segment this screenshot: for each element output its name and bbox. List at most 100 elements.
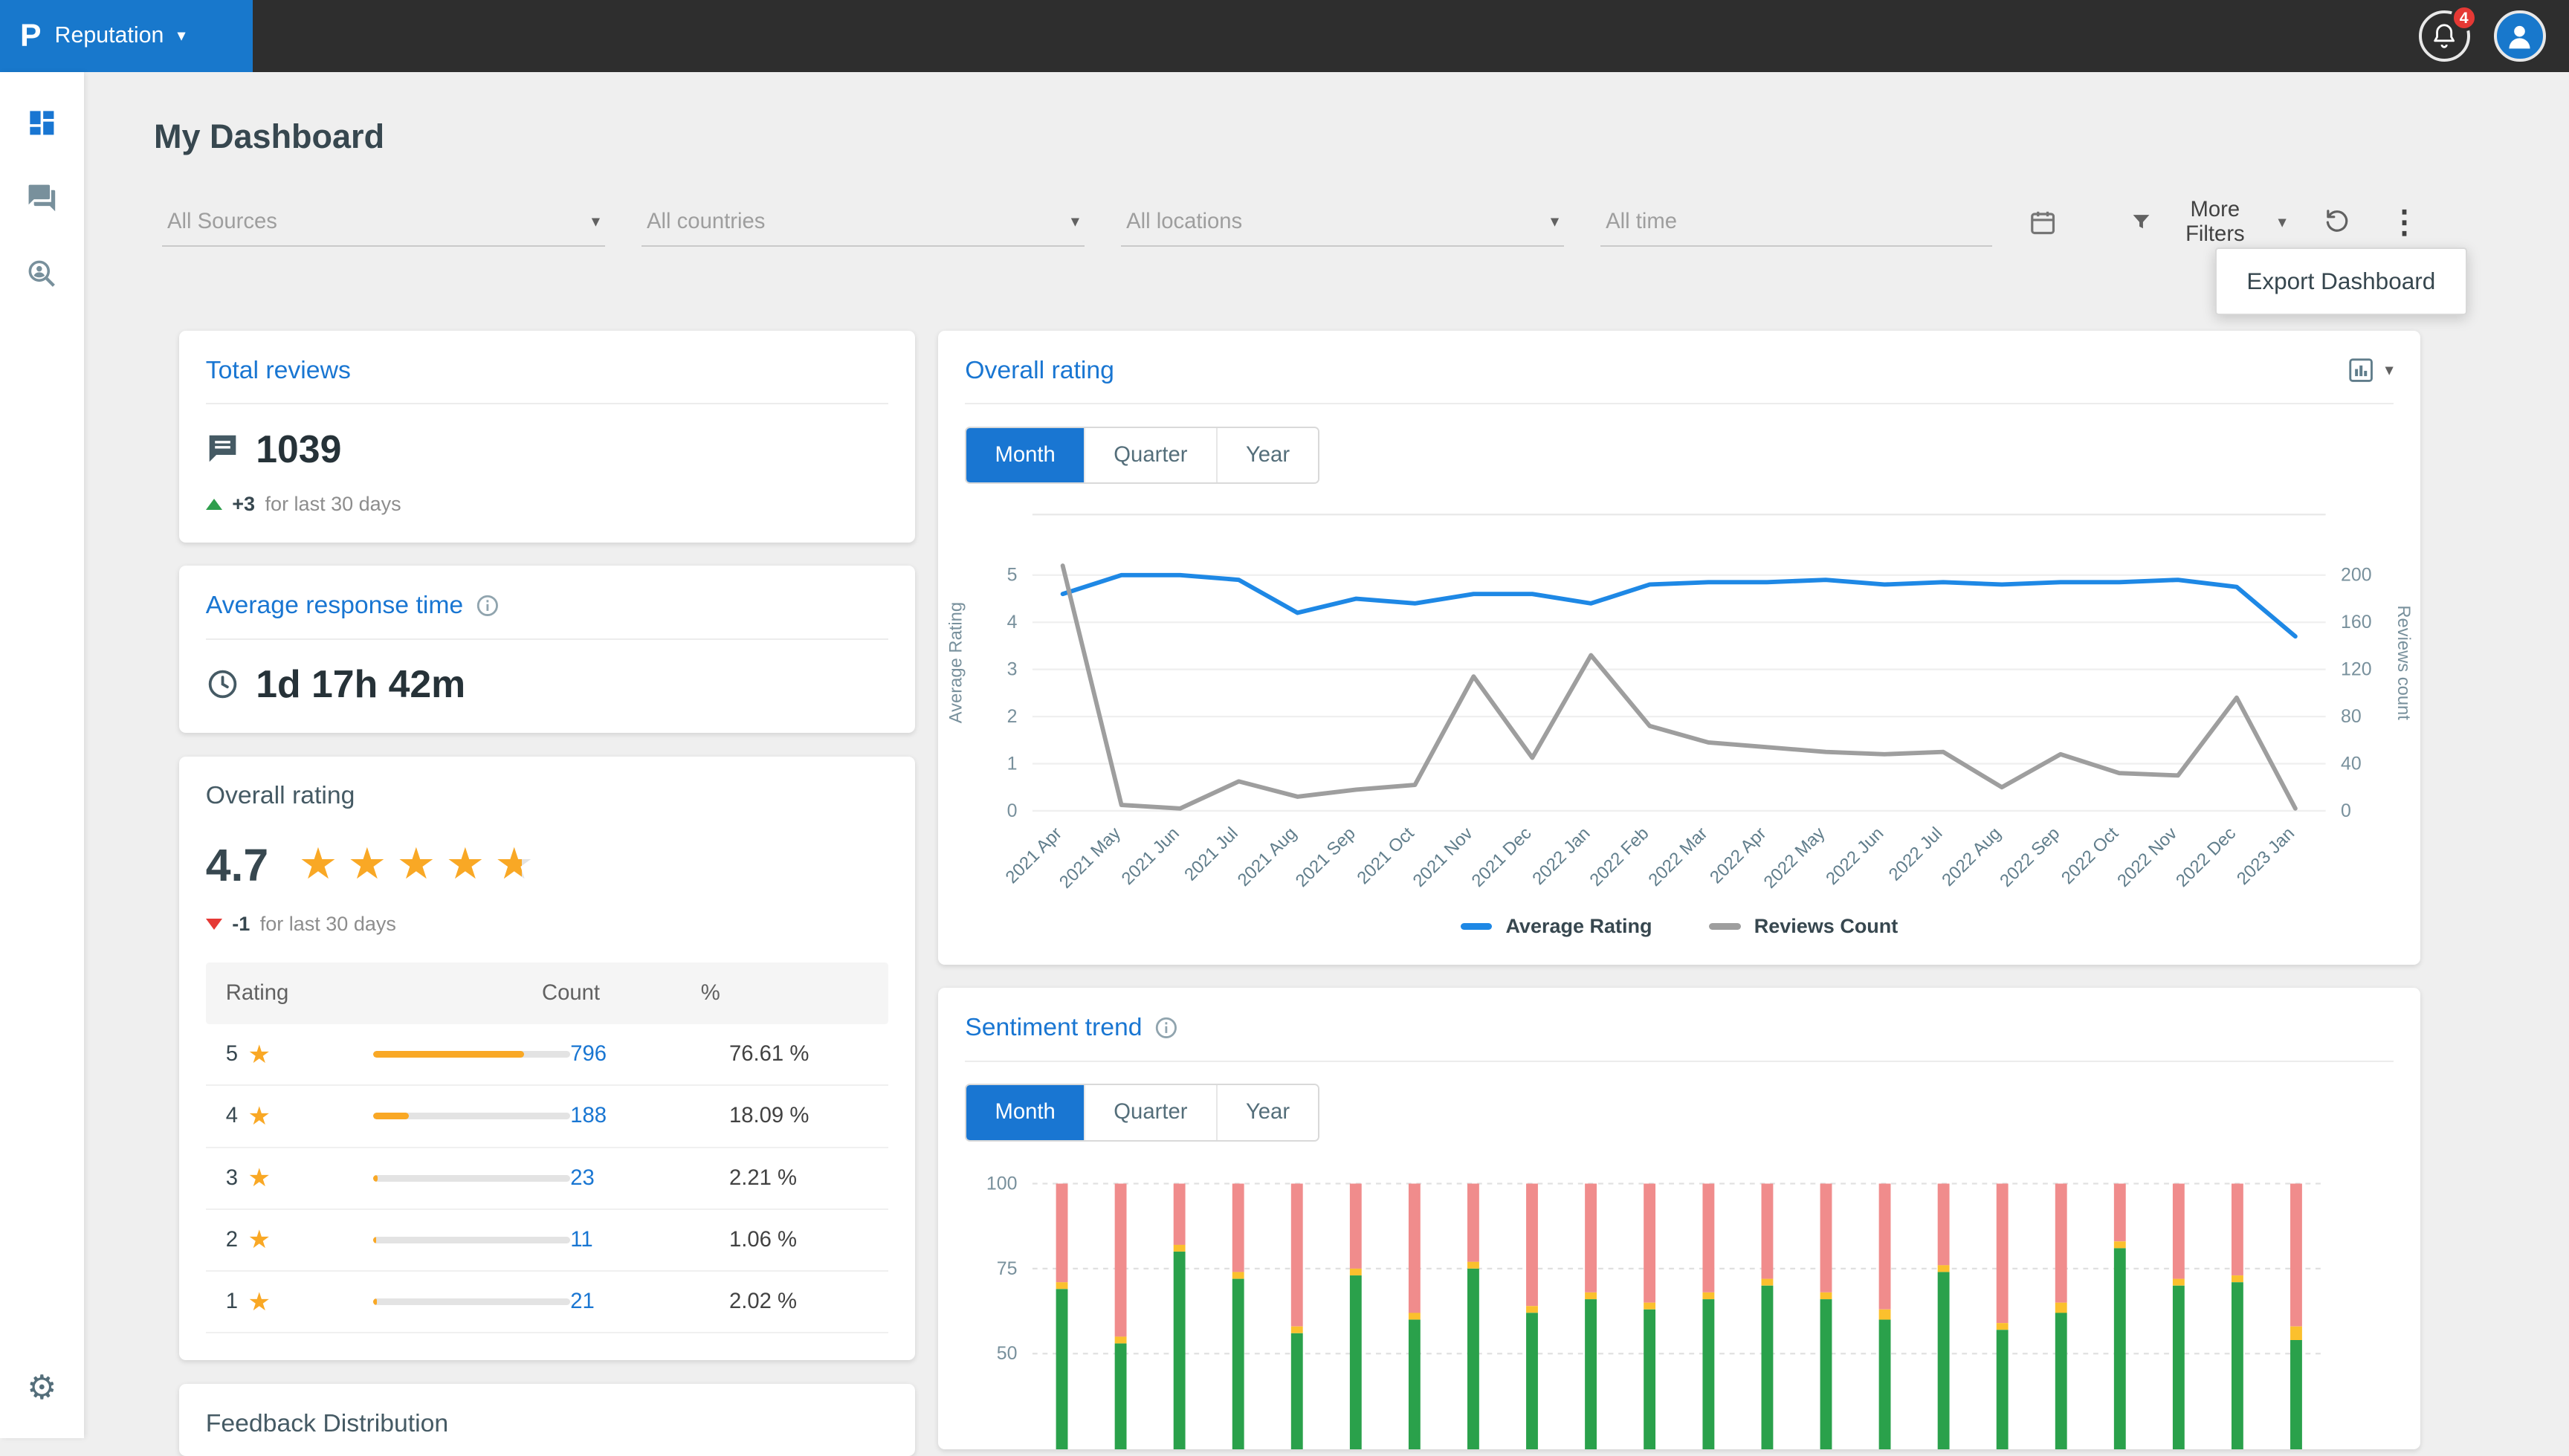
divider [965,403,2394,404]
more-filters-button[interactable]: More Filters ▾ [2130,198,2286,247]
chevron-down-icon: ▾ [1071,213,1079,230]
total-reviews-delta-note: for last 30 days [265,493,401,516]
svg-text:2021 Jun: 2021 Jun [1118,823,1183,888]
svg-text:160: 160 [2341,612,2372,632]
overall-rating-value: 4.7 [206,839,268,891]
dashboard-icon [26,107,58,139]
legend-swatch [1709,923,1741,930]
svg-text:2023 Jan: 2023 Jan [2233,823,2298,888]
divider [965,1061,2394,1062]
rating-count-link[interactable]: 11 [570,1228,729,1252]
svg-text:0: 0 [2341,800,2351,821]
avg-response-time-value: 1d 17h 42m [256,661,465,706]
rating-bar [373,1175,571,1182]
message-icon [206,432,239,465]
sentiment-trend-title[interactable]: Sentiment trend [965,1013,1179,1042]
more-filters-label: More Filters [2162,198,2268,247]
sidebar-item-conversations[interactable] [0,161,84,236]
person-search-icon [26,258,58,290]
rating-percent: 18.09 % [729,1104,896,1128]
refresh-icon [2323,208,2351,236]
svg-text:3: 3 [1007,659,1018,679]
star-icon: ★ [348,843,387,887]
svg-text:2021 Dec: 2021 Dec [1468,823,1536,890]
page-title: My Dashboard [154,72,2420,156]
svg-text:2022 Sep: 2022 Sep [1996,823,2064,890]
legend-label: Reviews Count [1754,915,1899,938]
sentiment-trend-bar-chart: 1007550 [938,1155,2420,1449]
chevron-down-icon: ▾ [1551,213,1559,230]
tab-month[interactable]: Month [966,1085,1084,1140]
chart-legend: Average RatingReviews Count [938,911,2420,965]
topbar-actions: 4 [2419,10,2569,62]
notifications-button[interactable]: 4 [2419,10,2471,62]
export-dashboard-menu-item[interactable]: Export Dashboard [2215,247,2467,315]
svg-text:0: 0 [1007,800,1018,821]
overall-rating-line-chart: 012345040801201602002021 Apr2021 May2021… [938,488,2420,912]
refresh-button[interactable] [2323,208,2351,236]
kebab-menu-button[interactable]: ⋮ [2388,207,2420,239]
svg-text:2022 Dec: 2022 Dec [2172,823,2240,890]
total-reviews-title[interactable]: Total reviews [206,356,351,385]
filter-bar: All Sources ▾ All countries ▾ All locati… [162,198,2420,247]
rating-percent: 2.21 % [729,1166,896,1191]
star-icon: ★ [248,1163,271,1193]
sidebar: ⚙ [0,72,84,1438]
chevron-down-icon: ▾ [592,213,600,230]
tab-month[interactable]: Month [966,428,1084,483]
svg-text:100: 100 [986,1173,1018,1194]
user-icon [2503,19,2536,53]
main-content: My Dashboard All Sources ▾ All countries… [84,72,2569,1456]
svg-text:Average Rating: Average Rating [946,601,966,722]
sidebar-item-dashboard[interactable] [0,85,84,161]
rating-bar [373,1051,571,1058]
rating-value: 3 [226,1166,238,1191]
sources-filter[interactable]: All Sources ▾ [162,198,605,247]
total-reviews-delta: +3 [232,493,255,516]
countries-filter[interactable]: All countries ▾ [642,198,1085,247]
tab-quarter[interactable]: Quarter [1084,1085,1216,1140]
chat-icon [26,182,58,214]
legend-item: Reviews Count [1709,915,1898,938]
user-menu-button[interactable] [2494,10,2546,62]
overall-rating-chart-title[interactable]: Overall rating [965,356,1114,385]
sidebar-item-settings[interactable]: ⚙ [0,1350,84,1425]
calendar-button[interactable] [2029,208,2057,236]
star-icon: ★ [446,843,485,887]
locations-filter[interactable]: All locations ▾ [1121,198,1564,247]
svg-text:2021 Aug: 2021 Aug [1234,823,1301,890]
legend-swatch [1461,923,1493,930]
locations-filter-placeholder: All locations [1126,210,1242,234]
avg-response-time-title[interactable]: Average response time [206,591,500,620]
rating-value: 4 [226,1104,238,1128]
total-reviews-value: 1039 [256,427,341,471]
star-icon: ★ [248,1287,271,1317]
rating-table-header-cell: Count [542,981,701,1006]
sidebar-item-review-search[interactable] [0,236,84,311]
rating-count-link[interactable]: 796 [570,1042,729,1067]
kebab-icon: ⋮ [2388,207,2420,239]
sentiment-trend-card: Sentiment trend MonthQuarterYear 1007550 [938,988,2420,1449]
svg-text:2022 Nov: 2022 Nov [2113,823,2181,890]
app-switcher-button[interactable]: P Reputation ▾ [0,0,253,72]
svg-text:2022 Jan: 2022 Jan [1529,823,1594,888]
star-icon: ★ [248,1101,271,1131]
rating-table-row: 3★232.21 % [206,1148,888,1210]
tab-year[interactable]: Year [1216,428,1319,483]
svg-text:2022 Aug: 2022 Aug [1938,823,2005,890]
tab-year[interactable]: Year [1216,1085,1319,1140]
dashboard-grid: Total reviews 1039 +3 for last 30 days [179,331,2420,1456]
chart-type-button[interactable]: ▾ [2347,356,2394,384]
bar-chart-icon [2347,356,2375,384]
rating-percent: 76.61 % [729,1042,896,1067]
rating-count-link[interactable]: 188 [570,1104,729,1128]
rating-count-link[interactable]: 21 [570,1290,729,1314]
tab-quarter[interactable]: Quarter [1084,428,1216,483]
partoo-logo-icon: P [20,20,42,52]
rating-bar [373,1298,571,1305]
info-icon [475,593,500,618]
rating-count-link[interactable]: 23 [570,1166,729,1191]
svg-text:2: 2 [1007,706,1018,727]
sentiment-trend-title-text: Sentiment trend [965,1013,1142,1042]
time-filter[interactable]: All time [1600,198,1991,247]
